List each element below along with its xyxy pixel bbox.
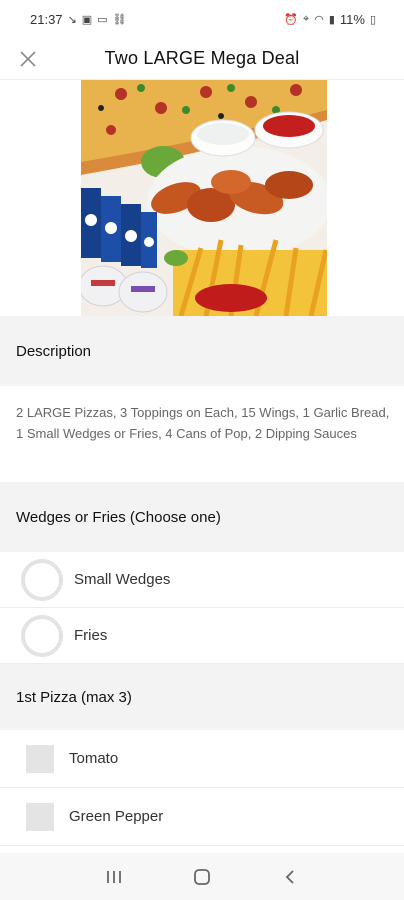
topping-tomato[interactable]: Tomato bbox=[0, 730, 404, 788]
checkbox[interactable] bbox=[26, 802, 54, 831]
deal-image-art bbox=[81, 80, 327, 316]
option-label: Fries bbox=[74, 627, 108, 644]
status-right: ⏰ ⌖ ◠ ▮ 11% ▯ bbox=[284, 12, 376, 27]
missed-call-icon: ↘ bbox=[67, 13, 77, 26]
home-icon bbox=[194, 868, 210, 885]
description-header: Description bbox=[0, 316, 404, 386]
page-title: Two LARGE Mega Deal bbox=[104, 48, 300, 68]
home-button[interactable] bbox=[182, 857, 222, 897]
notification-icon: ▣ bbox=[81, 13, 93, 26]
topping-label: Tomato bbox=[69, 750, 119, 767]
topping-label: Green Pepper bbox=[69, 808, 164, 825]
signal-icon: ▮ bbox=[328, 13, 335, 26]
deal-image bbox=[81, 80, 327, 316]
status-time: 21:37 bbox=[30, 11, 63, 27]
back-button[interactable] bbox=[270, 857, 310, 897]
recent-apps-icon bbox=[107, 870, 121, 883]
pizza-group-heading: 1st Pizza (max 3) bbox=[16, 688, 132, 706]
description-text: 2 LARGE Pizzas, 3 Toppings on Each, 15 W… bbox=[16, 405, 390, 441]
option-label: Small Wedges bbox=[74, 571, 171, 588]
wifi-icon: ◠ bbox=[314, 13, 324, 26]
battery-icon: ▯ bbox=[369, 13, 376, 26]
recent-apps-button[interactable] bbox=[94, 857, 134, 897]
pizza-group-header: 1st Pizza (max 3) bbox=[0, 664, 404, 730]
link-icon: ⛓ bbox=[112, 13, 127, 26]
option-small-wedges[interactable]: Small Wedges bbox=[0, 552, 404, 608]
close-icon bbox=[20, 51, 36, 67]
back-icon bbox=[285, 869, 294, 884]
description-heading: Description bbox=[16, 342, 92, 360]
radio-button[interactable] bbox=[21, 558, 63, 601]
option-fries[interactable]: Fries bbox=[0, 608, 404, 664]
battery-level: 11% bbox=[339, 11, 365, 27]
status-bar: 21:37 ↘ ▣ ▭ ⛓ ⏰ ⌖ ◠ ▮ 11% ▯ bbox=[0, 0, 404, 38]
topping-green-pepper[interactable]: Green Pepper bbox=[0, 788, 404, 846]
radio-button[interactable] bbox=[21, 614, 63, 657]
app-header: Two LARGE Mega Deal bbox=[0, 38, 404, 80]
checkbox[interactable] bbox=[26, 744, 54, 773]
alarm-icon: ⏰ bbox=[284, 13, 298, 26]
status-left: 21:37 ↘ ▣ ▭ ⛓ bbox=[30, 12, 127, 27]
wedges-group-header: Wedges or Fries (Choose one) bbox=[0, 482, 404, 552]
close-button[interactable] bbox=[14, 45, 42, 73]
location-icon: ⌖ bbox=[303, 12, 310, 25]
system-nav-bar bbox=[0, 853, 404, 900]
wedges-group-heading: Wedges or Fries (Choose one) bbox=[16, 508, 221, 526]
laptop-icon: ▭ bbox=[97, 13, 108, 26]
